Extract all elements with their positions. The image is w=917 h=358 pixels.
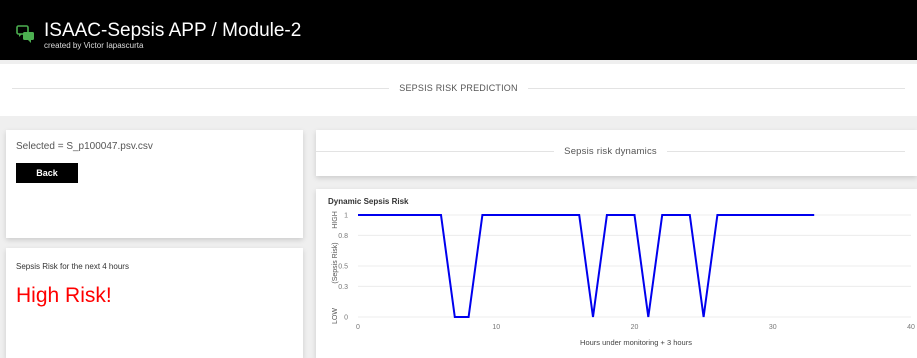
section-band: SEPSIS RISK PREDICTION: [0, 64, 917, 116]
x-tick-label: 20: [631, 324, 639, 331]
file-selection-panel: Selected = S_p100047.psv.csv Back: [6, 130, 303, 238]
risk-panel: Sepsis Risk for the next 4 hours High Ri…: [6, 248, 303, 358]
back-button[interactable]: Back: [16, 163, 78, 183]
dynamics-title: Sepsis risk dynamics: [564, 145, 657, 157]
dynamics-divider: Sepsis risk dynamics: [316, 145, 906, 157]
y-axis-label-mid: (Sepsis Risk): [332, 242, 339, 283]
y-tick-label: 0: [344, 315, 348, 322]
x-tick-label: 0: [356, 324, 360, 331]
app-title: ISAAC-Sepsis APP / Module-2: [44, 20, 302, 41]
risk-value: High Risk!: [16, 284, 112, 307]
y-tick-label: 0.8: [338, 233, 348, 240]
y-tick-label: 0.5: [338, 264, 348, 271]
section-divider: SEPSIS RISK PREDICTION: [12, 82, 905, 94]
app-header: ISAAC-Sepsis APP / Module-2 created by V…: [0, 0, 917, 60]
y-tick-label: 0.3: [338, 284, 348, 291]
y-axis-label-high: HIGH: [332, 211, 339, 229]
dynamics-title-panel: Sepsis risk dynamics: [316, 130, 917, 176]
risk-horizon-label: Sepsis Risk for the next 4 hours: [16, 262, 129, 271]
y-tick-label: 1: [344, 213, 348, 220]
section-title: SEPSIS RISK PREDICTION: [399, 83, 518, 93]
app-subtitle: created by Victor Iapascurta: [44, 41, 144, 50]
x-tick-label: 40: [907, 324, 915, 331]
selected-file-text: Selected = S_p100047.psv.csv: [16, 141, 153, 152]
x-tick-label: 10: [492, 324, 500, 331]
sepsis-risk-chart: 00.30.50.81 0 10 20 30 40 LOW (Sepsis Risk) …: [332, 211, 915, 347]
x-tick-label: 30: [769, 324, 777, 331]
x-axis-label: Hours under monitoring + 3 hours: [580, 338, 692, 347]
chat-bubbles-icon: [16, 25, 34, 43]
y-axis-label-low: LOW: [332, 308, 339, 324]
chart-panel: Dynamic Sepsis Risk 0 0.3 0.5 0.8 1 0 10 20 30 4…: [316, 189, 917, 358]
